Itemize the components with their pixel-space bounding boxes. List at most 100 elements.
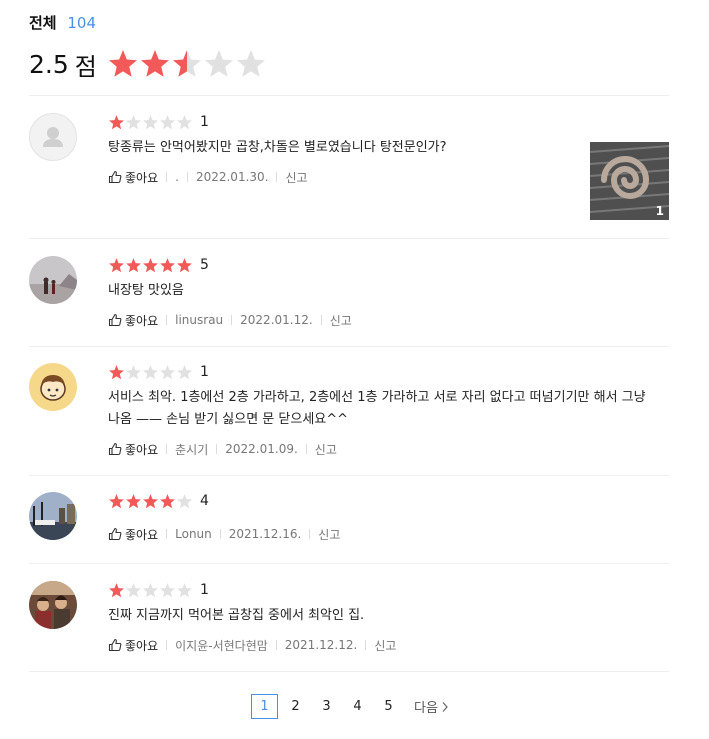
profile-photo <box>29 492 77 540</box>
rating-number: 1 <box>200 114 209 130</box>
reviewer-name[interactable]: Lonun <box>175 527 212 541</box>
star-icon <box>140 50 169 77</box>
meta-separator <box>166 172 168 182</box>
star-rating <box>108 582 193 599</box>
rating-number: 5 <box>200 257 209 273</box>
chevron-right-icon <box>442 701 448 712</box>
like-button[interactable]: 좋아요 <box>108 441 158 458</box>
review-item: 1 탕종류는 안먹어봤지만 곱창,차돌은 별로였습니다 탕전문인가? 좋아요 .… <box>29 96 669 239</box>
star-icon <box>108 50 137 77</box>
star-icon <box>177 364 192 379</box>
total-line: 전체 104 <box>29 12 669 34</box>
star-icon <box>204 50 233 77</box>
rating-number: 1 <box>200 582 209 598</box>
review-photo[interactable]: 1 <box>590 142 669 220</box>
like-label: 좋아요 <box>125 313 159 328</box>
avatar[interactable] <box>29 492 77 540</box>
star-icon <box>160 257 175 272</box>
review-meta: 좋아요 춘시기 2022.01.09. 신고 <box>108 441 648 457</box>
like-button[interactable]: 좋아요 <box>108 169 158 186</box>
rating-number: 4 <box>200 493 209 509</box>
star-icon <box>109 364 124 379</box>
thumbs-up-icon <box>108 527 122 541</box>
report-link[interactable]: 신고 <box>318 526 340 543</box>
report-link[interactable]: 신고 <box>285 169 307 186</box>
star-icon <box>126 114 141 129</box>
meta-separator <box>275 640 277 650</box>
star-icon <box>126 582 141 597</box>
review-item: 4 좋아요 Lonun 2021.12.16. 신고 <box>29 476 669 564</box>
like-label: 좋아요 <box>125 442 159 457</box>
review-meta: 좋아요 Lonun 2021.12.16. 신고 <box>108 526 648 542</box>
review-content: 4 좋아요 Lonun 2021.12.16. 신고 <box>108 492 648 542</box>
average-star-rating <box>107 48 267 80</box>
page-1-button[interactable]: 1 <box>251 694 279 719</box>
like-label: 좋아요 <box>125 638 159 653</box>
review-content: 1 진짜 지금까지 먹어본 곱창집 중에서 최악인 집. 좋아요 이지윤-서현다… <box>108 581 648 653</box>
review-text: 서비스 최악. 1층에선 2층 가라하고, 2층에선 1층 가라하고 서로 자리… <box>108 390 646 427</box>
report-link[interactable]: 신고 <box>330 312 352 329</box>
reviewer-name[interactable]: . <box>175 170 179 184</box>
review-meta: 좋아요 . 2022.01.30. 신고 <box>108 169 648 185</box>
next-page-button[interactable]: 다음 <box>414 697 449 716</box>
next-label: 다음 <box>414 701 438 716</box>
meta-separator <box>365 640 367 650</box>
pagination: 1 2 3 4 5 다음 <box>29 694 669 719</box>
star-icon <box>143 114 158 129</box>
rating-row: 5 <box>108 256 648 274</box>
star-icon <box>177 114 192 129</box>
like-label: 좋아요 <box>125 527 159 542</box>
meta-separator <box>231 315 233 325</box>
thumbs-up-icon <box>108 313 122 327</box>
avatar[interactable] <box>29 363 77 411</box>
star-icon <box>160 364 175 379</box>
review-content: 1 탕종류는 안먹어봤지만 곱창,차돌은 별로였습니다 탕전문인가? 좋아요 .… <box>108 113 648 185</box>
star-icon <box>126 364 141 379</box>
star-rating <box>108 114 193 131</box>
rating-summary: 전체 104 2.5 점 <box>29 0 669 86</box>
like-button[interactable]: 좋아요 <box>108 312 158 329</box>
meta-separator <box>216 444 218 454</box>
star-icon <box>143 493 158 508</box>
meta-separator <box>186 172 188 182</box>
review-item: 1 서비스 최악. 1층에선 2층 가라하고, 2층에선 1층 가라하고 서로 … <box>29 347 669 476</box>
profile-photo <box>29 581 77 629</box>
total-count: 104 <box>67 14 97 32</box>
star-icon <box>109 582 124 597</box>
star-icon <box>143 257 158 272</box>
avatar[interactable] <box>29 581 77 629</box>
report-link[interactable]: 신고 <box>374 637 396 654</box>
average-score: 2.5 <box>29 49 69 79</box>
star-icon <box>177 582 192 597</box>
reviewer-name[interactable]: 이지윤-서현다현맘 <box>175 637 268 654</box>
star-icon <box>126 493 141 508</box>
page-2-button[interactable]: 2 <box>282 694 309 719</box>
star-icon <box>160 582 175 597</box>
review-content: 5 내장탕 맛있음 좋아요 linusrau 2022.01.12. 신고 <box>108 256 648 328</box>
page-5-button[interactable]: 5 <box>375 694 402 719</box>
reviewer-name[interactable]: linusrau <box>175 313 223 327</box>
review-meta: 좋아요 linusrau 2022.01.12. 신고 <box>108 312 648 328</box>
star-icon <box>160 114 175 129</box>
star-icon <box>109 114 124 129</box>
like-button[interactable]: 좋아요 <box>108 637 158 654</box>
score-unit: 점 <box>74 52 97 81</box>
page-3-button[interactable]: 3 <box>313 694 340 719</box>
meta-separator <box>320 315 322 325</box>
profile-photo <box>29 363 77 411</box>
total-label: 전체 <box>29 14 57 32</box>
avatar-placeholder[interactable] <box>29 113 77 161</box>
review-text: 진짜 지금까지 먹어본 곱창집 중에서 최악인 집. <box>108 608 365 623</box>
report-link[interactable]: 신고 <box>315 441 337 458</box>
review-date: 2021.12.12. <box>284 638 358 652</box>
like-button[interactable]: 좋아요 <box>108 526 158 543</box>
meta-separator <box>219 529 221 539</box>
review-text: 내장탕 맛있음 <box>108 283 184 298</box>
star-icon <box>177 493 192 508</box>
star-rating <box>108 493 193 510</box>
avatar[interactable] <box>29 256 77 304</box>
score-line: 2.5 점 <box>29 42 669 86</box>
rating-row: 4 <box>108 492 648 510</box>
reviewer-name[interactable]: 춘시기 <box>175 441 208 458</box>
page-4-button[interactable]: 4 <box>344 694 371 719</box>
